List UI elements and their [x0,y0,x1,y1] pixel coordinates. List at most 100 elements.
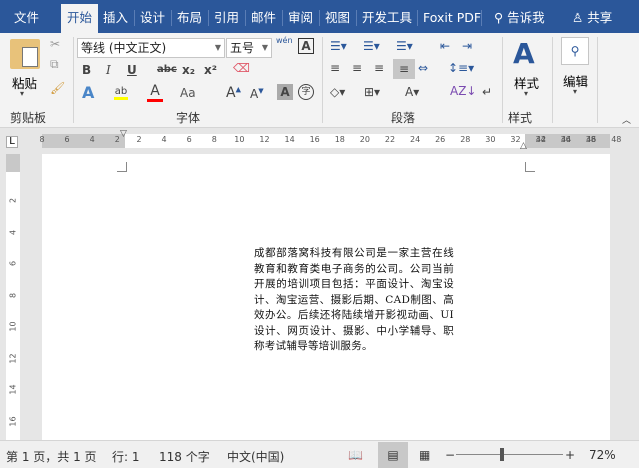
paste-icon[interactable] [10,39,40,69]
grow-font-icon[interactable]: A▲ [226,85,241,101]
paste-button[interactable]: 粘贴 [12,73,37,92]
print-layout-icon[interactable]: ▤ [378,442,408,468]
tab-references[interactable]: 引用 [208,4,245,33]
paste-dropdown-icon[interactable]: ▾ [20,89,24,98]
subscript-button[interactable]: x₂ [182,63,195,77]
ruler-number: 8 [39,135,45,144]
zoom-slider[interactable] [456,454,563,455]
font-size-select[interactable]: 五号 ▼ [226,38,272,58]
text-effects-icon[interactable]: A [82,83,94,102]
bullets-icon[interactable]: ☰▾ [330,39,347,53]
collapse-ribbon-icon[interactable]: ︿ [622,113,631,126]
zoom-slider-thumb[interactable] [500,448,504,461]
align-right-icon[interactable]: ≡ [374,61,384,75]
sort-icon[interactable]: AZ↓ [450,84,476,98]
crop-mark [117,162,127,172]
font-color-icon[interactable]: A [147,83,163,102]
bold-button[interactable]: B [82,63,91,77]
document-body-text[interactable]: 成都部落窝科技有限公司是一家主营在线教育和教育类电子商务的公司。公司当前开展的培… [254,246,454,355]
tab-home[interactable]: 开始 [61,4,99,33]
ruler-number: 16 [309,135,320,144]
styles-icon[interactable]: A [513,37,535,70]
align-left-icon[interactable]: ≡ [330,61,340,75]
language[interactable]: 中文(中国) [227,448,284,465]
show-marks-icon[interactable]: ↵ [482,85,492,99]
character-shading-icon[interactable]: A [277,84,293,100]
character-border-icon[interactable]: A [298,38,314,54]
ruler-number: 12 [8,352,18,364]
highlight-color-icon[interactable]: ab [114,83,128,100]
status-bar: 第 1 页，共 1 页 行: 1 118 个字 中文(中国) 📖 ▤ ▦ − +… [0,440,639,468]
ruler-number: 2 [8,197,18,204]
copy-icon[interactable]: ⧉ [50,57,59,72]
user-add-icon: ♙ [572,10,584,25]
ribbon-home: 粘贴 ▾ ✂ ⧉ 🖌 剪贴板 等线 (中文正文) ▼ 五号 ▼ wén A B I … [0,33,639,128]
ruler-number: 8 [211,135,217,144]
editing-dropdown-icon[interactable]: ▾ [573,87,577,96]
ruler-number: 42 [535,135,547,144]
ruler-number: 48 [611,135,622,144]
crop-mark [525,162,535,172]
web-layout-icon[interactable]: ▦ [419,448,430,462]
ruler-number: 28 [460,135,471,144]
borders-icon[interactable]: ⊞▾ [364,85,380,99]
styles-dropdown-icon[interactable]: ▾ [524,89,528,98]
change-case-button[interactable]: Aa [180,86,196,100]
decrease-indent-icon[interactable]: ⇤ [440,39,450,53]
ruler-number: 26 [435,135,446,144]
enclose-characters-icon[interactable]: 字 [298,84,314,100]
tab-insert[interactable]: 插入 [97,4,134,33]
ruler-number: 2 [136,135,142,144]
word-count[interactable]: 118 个字 [159,448,210,465]
phonetic-guide-icon[interactable]: wén [276,36,293,45]
clear-formatting-icon[interactable]: ⌫ [233,61,250,75]
justify-icon[interactable]: ≡ [393,59,415,79]
line-number[interactable]: 行: 1 [112,448,140,465]
tab-review[interactable]: 审阅 [282,4,319,33]
tab-mailings[interactable]: 邮件 [245,4,282,33]
ruler-number: 8 [8,292,18,298]
ruler-number: 16 [8,415,18,427]
tell-me-button[interactable]: ⚲ 告诉我 [488,4,551,33]
tab-file[interactable]: 文件 [8,4,45,33]
ruler-number: 6 [8,260,18,267]
ruler-number: 6 [186,135,192,144]
ruler-number: 44 [561,135,572,144]
zoom-in-button[interactable]: + [565,448,575,462]
distributed-icon[interactable]: ⇔ [418,61,428,75]
ruler-number: 4 [8,229,18,235]
horizontal-ruler[interactable]: L 8 6 4 2 2 4 6 8 10 12 14 16 18 20 22 24 26 28 30 32 34 36 38… [0,128,639,154]
ruler-number: 4 [89,135,95,144]
tab-developer[interactable]: 开发工具 [356,4,418,33]
page-count[interactable]: 第 1 页，共 1 页 [6,448,97,465]
shrink-font-icon[interactable]: A▼ [250,87,264,101]
read-mode-icon[interactable]: 📖 [348,448,363,462]
search-icon: ⚲ [494,10,504,25]
cut-icon[interactable]: ✂ [50,37,60,51]
underline-button[interactable]: U [127,63,137,77]
format-painter-icon[interactable]: 🖌 [50,81,65,95]
font-name-select[interactable]: 等线 (中文正文) ▼ [77,38,225,58]
tab-layout[interactable]: 布局 [171,4,208,33]
superscript-button[interactable]: x² [204,63,217,77]
find-icon[interactable]: ⚲ [561,37,589,65]
shading-icon[interactable]: ◇▾ [330,85,345,99]
share-button[interactable]: ♙ 共享 [566,4,618,33]
chinese-layout-icon[interactable]: A▾ [405,85,419,99]
strikethrough-button[interactable]: abc [157,64,177,75]
zoom-out-button[interactable]: − [445,448,455,462]
multilevel-list-icon[interactable]: ☰▾ [396,39,413,53]
right-indent-marker[interactable]: △ [520,141,527,151]
zoom-level[interactable]: 72% [589,448,616,462]
tab-view[interactable]: 视图 [319,4,356,33]
align-center-icon[interactable]: ≡ [352,61,362,75]
indent-marker[interactable]: ▽ [120,129,127,139]
line-spacing-icon[interactable]: ↕≡▾ [448,61,474,75]
ruler-number: 18 [334,135,345,144]
increase-indent-icon[interactable]: ⇥ [462,39,472,53]
numbering-icon[interactable]: ☰▾ [363,39,380,53]
tab-stop-selector[interactable]: L [6,136,18,148]
tab-design[interactable]: 设计 [134,4,171,33]
tab-foxit-pdf[interactable]: Foxit PDF [417,4,487,33]
italic-button[interactable]: I [106,63,111,77]
